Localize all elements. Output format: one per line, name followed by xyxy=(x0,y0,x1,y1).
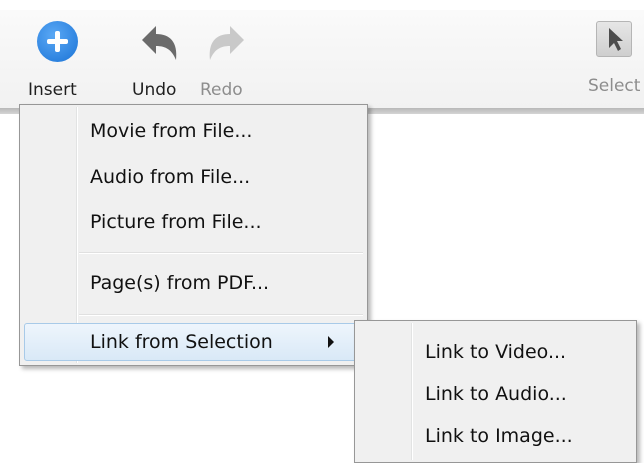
undo-label: Undo xyxy=(132,80,177,100)
link-submenu: Link to Video... Link to Audio... Link t… xyxy=(354,320,637,463)
submenu-gutter xyxy=(411,323,413,460)
menu-item-pages-from-pdf[interactable]: Page(s) from PDF... xyxy=(90,272,269,294)
undo-button[interactable]: Undo xyxy=(128,14,188,104)
insert-button[interactable]: Insert xyxy=(24,14,94,104)
select-label: Select xyxy=(588,76,641,96)
redo-icon xyxy=(209,26,244,60)
toolbar: Insert Undo Redo Select xyxy=(0,0,644,108)
insert-menu: Movie from File... Audio from File... Pi… xyxy=(19,104,368,366)
redo-button[interactable]: Redo xyxy=(196,14,256,104)
menu-item-audio-from-file[interactable]: Audio from File... xyxy=(90,166,250,188)
redo-label: Redo xyxy=(200,80,243,100)
toolbar-top-edge xyxy=(0,0,644,10)
menu-separator xyxy=(79,252,363,254)
submenu-item-link-to-video[interactable]: Link to Video... xyxy=(425,341,566,363)
plus-icon xyxy=(37,21,78,62)
submenu-item-link-to-audio[interactable]: Link to Audio... xyxy=(425,383,567,405)
menu-item-movie-from-file[interactable]: Movie from File... xyxy=(90,120,252,142)
menu-item-link-from-selection-label: Link from Selection xyxy=(90,331,273,353)
select-button[interactable]: Select xyxy=(582,14,644,104)
menu-separator xyxy=(79,314,363,316)
undo-icon xyxy=(142,26,177,60)
submenu-arrow-icon xyxy=(328,336,334,348)
menu-item-picture-from-file[interactable]: Picture from File... xyxy=(90,211,262,233)
arrow-pointer-icon xyxy=(596,21,632,57)
submenu-item-link-to-image[interactable]: Link to Image... xyxy=(425,425,573,447)
insert-label: Insert xyxy=(28,80,77,100)
